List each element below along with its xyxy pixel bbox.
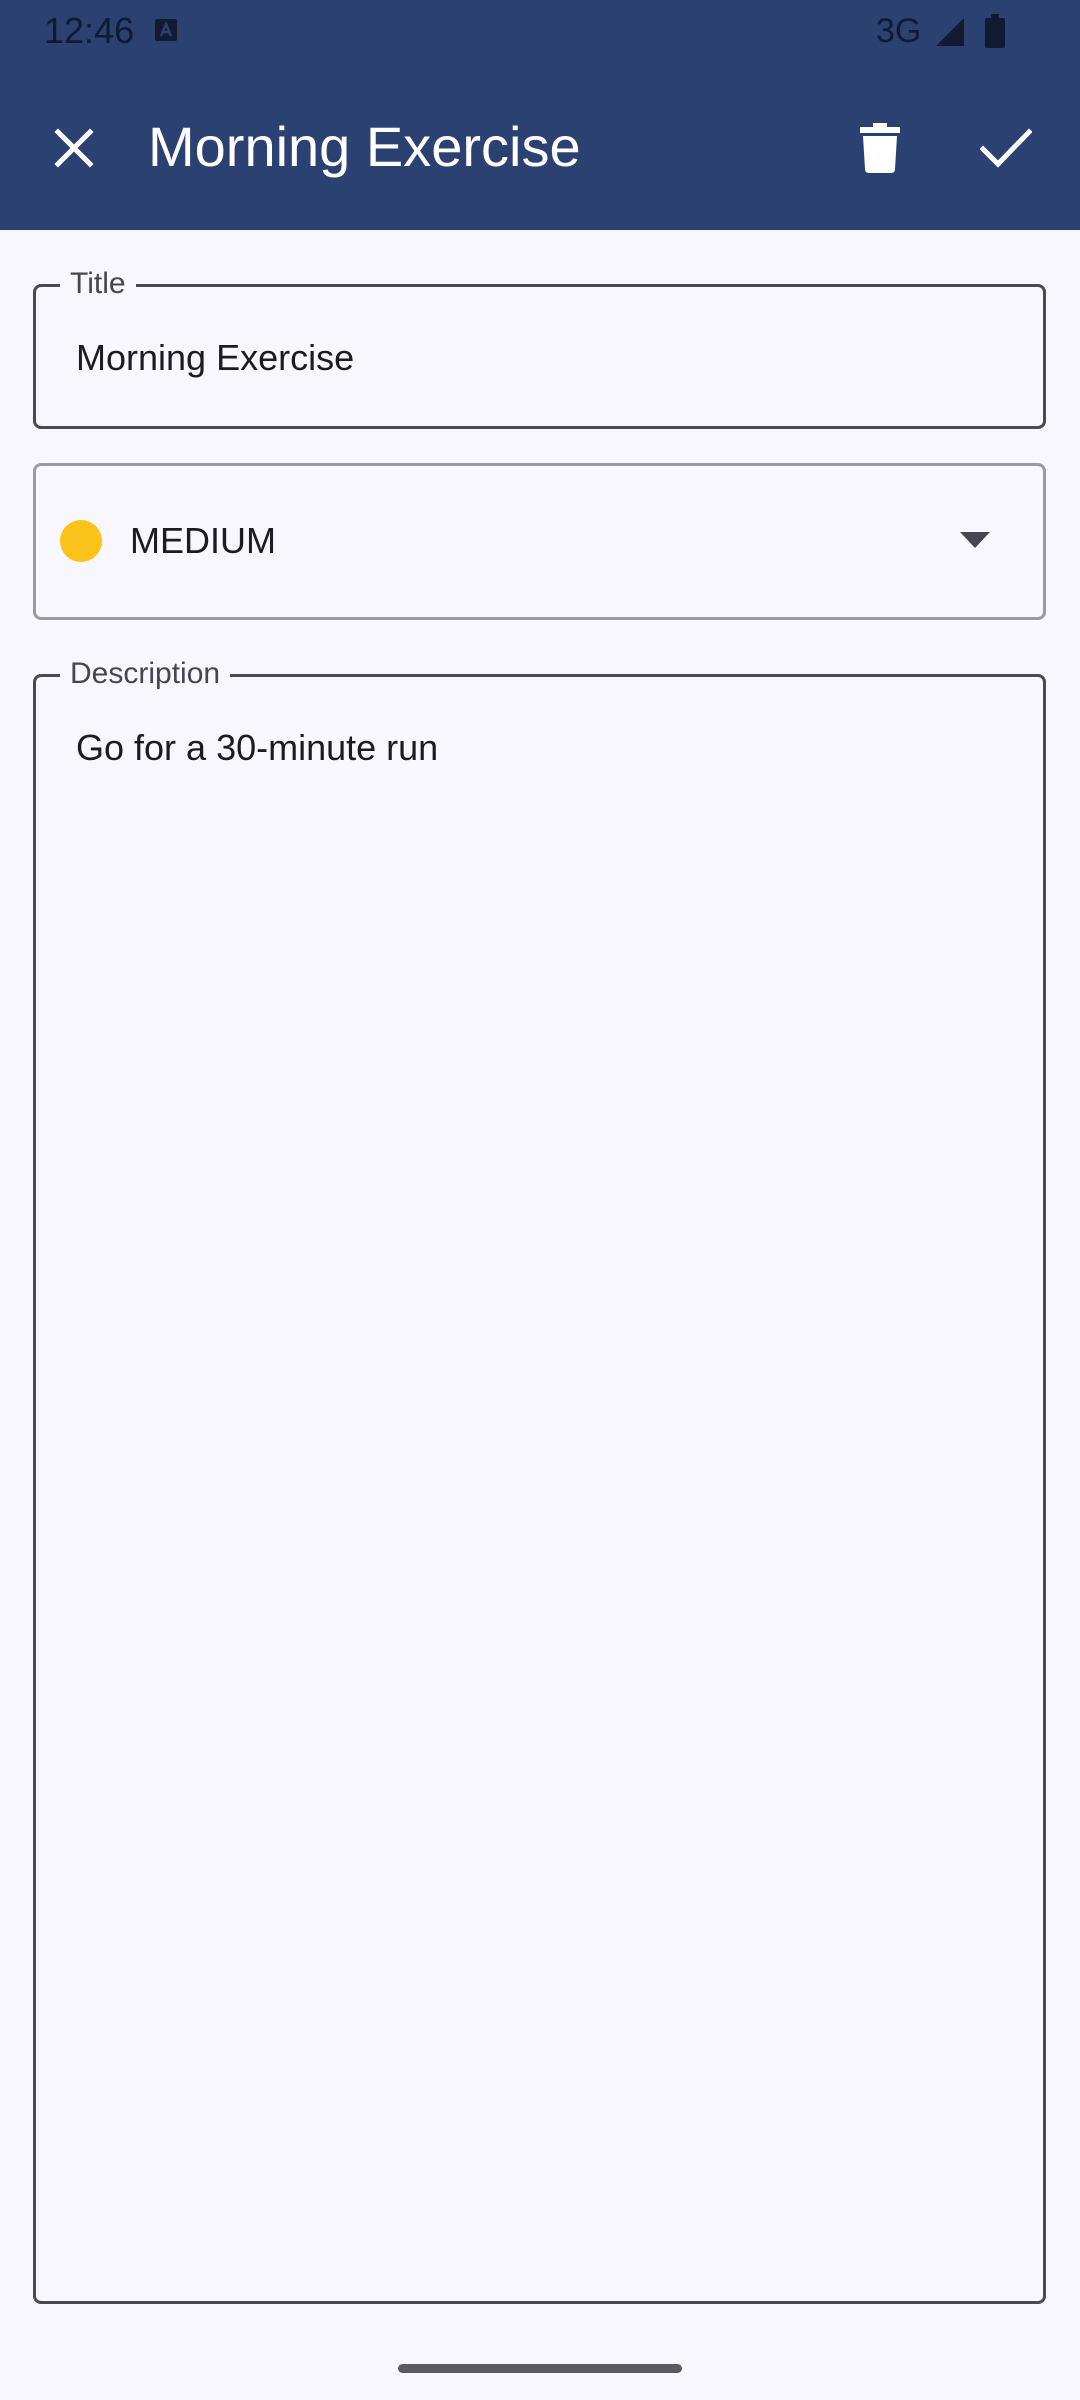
description-field[interactable]: Description Go for a 30-minute run [33,655,1046,2304]
status-network-type: 3G [876,12,922,50]
delete-icon [860,123,900,173]
close-button[interactable] [26,100,122,196]
close-icon [54,128,94,168]
delete-button[interactable] [832,100,928,196]
check-icon [980,128,1032,168]
save-button[interactable] [958,100,1054,196]
home-indicator[interactable] [398,2364,682,2373]
priority-color-dot [60,520,102,562]
signal-icon [936,18,964,46]
description-input[interactable]: Go for a 30-minute run [76,725,438,771]
battery-icon [985,14,1005,48]
priority-dropdown[interactable]: MEDIUM [33,463,1046,620]
title-field[interactable]: Title Morning Exercise [33,265,1046,429]
title-input[interactable]: Morning Exercise [76,335,354,381]
status-bar: 12:46 3G [0,0,1080,62]
dropdown-arrow-icon [960,532,990,548]
description-field-label: Description [60,655,231,693]
page-title: Morning Exercise [148,115,581,178]
notification-a-icon [155,19,177,41]
status-time: 12:46 [44,10,135,51]
priority-selected-value: MEDIUM [130,520,276,561]
title-field-label: Title [60,265,136,303]
app-bar: 12:46 3G Morning Exercise [0,0,1080,230]
